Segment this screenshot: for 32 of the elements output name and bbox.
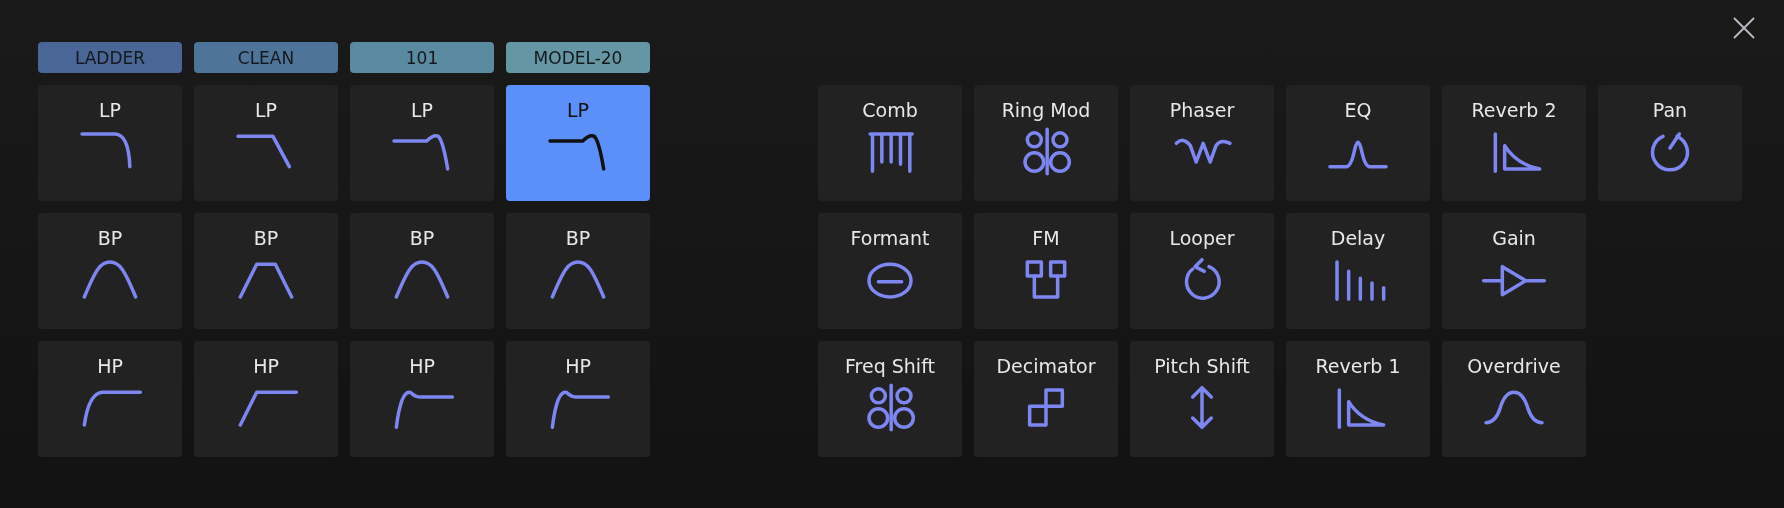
filter-tile[interactable]: BP (350, 213, 494, 329)
effect-tile[interactable]: Looper (1130, 213, 1274, 329)
filter-model-header: CLEAN (194, 42, 338, 73)
effect-tile[interactable]: Freq Shift (818, 341, 962, 457)
filter-tile[interactable]: BP (194, 213, 338, 329)
effect-tile[interactable]: Reverb 1 (1286, 341, 1430, 457)
effect-tile[interactable]: Gain (1442, 213, 1586, 329)
effect-tile[interactable]: EQ (1286, 85, 1430, 201)
filter-tile[interactable]: LP (38, 85, 182, 201)
effect-tile[interactable]: Reverb 2 (1442, 85, 1586, 201)
effect-tile[interactable]: Phaser (1130, 85, 1274, 201)
filter-tile[interactable]: LP (194, 85, 338, 201)
filter-tile[interactable]: LP (506, 85, 650, 201)
filter-tile[interactable]: HP (506, 341, 650, 457)
filter-tile[interactable]: BP (506, 213, 650, 329)
effect-tile[interactable]: Comb (818, 85, 962, 201)
effect-tile[interactable]: Pan (1598, 85, 1742, 201)
filter-tile[interactable]: HP (38, 341, 182, 457)
effect-tile[interactable]: Overdrive (1442, 341, 1586, 457)
effect-tile[interactable]: Pitch Shift (1130, 341, 1274, 457)
filter-tile[interactable]: HP (350, 341, 494, 457)
filter-model-header: LADDER (38, 42, 182, 73)
effect-tile[interactable]: Decimator (974, 341, 1118, 457)
effect-tile[interactable]: FM (974, 213, 1118, 329)
filter-model-header: MODEL-20 (506, 42, 650, 73)
filter-tile[interactable]: BP (38, 213, 182, 329)
filter-tile[interactable]: HP (194, 341, 338, 457)
filter-model-header: 101 (350, 42, 494, 73)
filter-tile[interactable]: LP (350, 85, 494, 201)
effect-tile[interactable]: Ring Mod (974, 85, 1118, 201)
effect-tile[interactable]: Delay (1286, 213, 1430, 329)
effect-tile[interactable]: Formant (818, 213, 962, 329)
